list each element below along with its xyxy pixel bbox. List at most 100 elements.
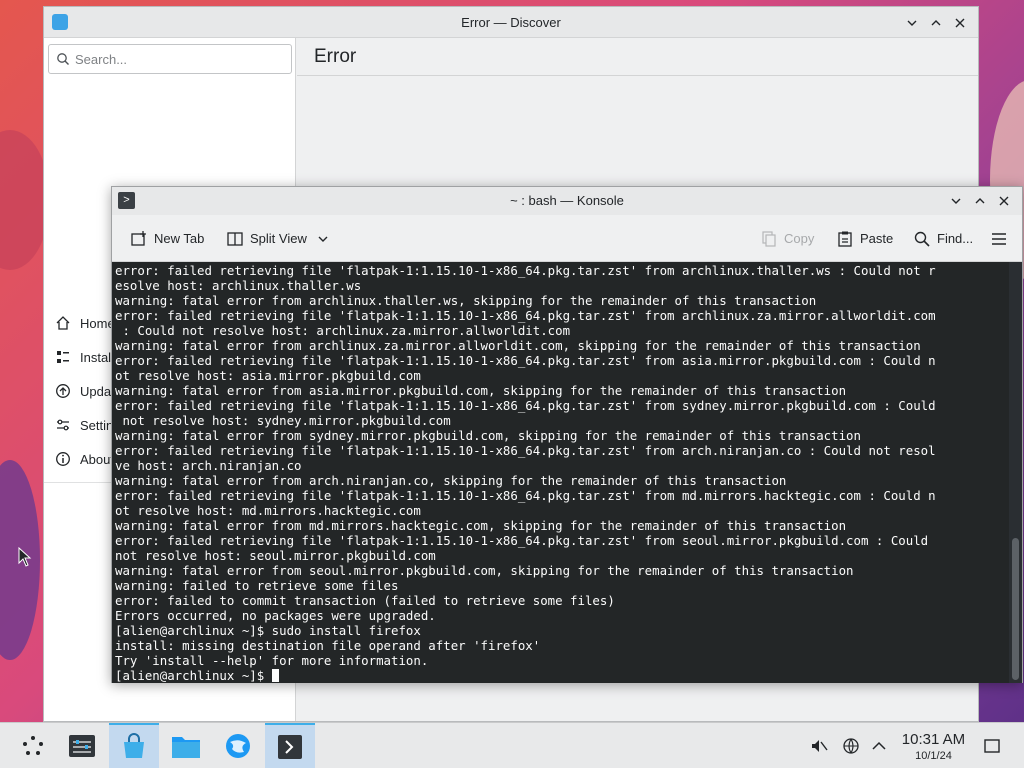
new-tab-label: New Tab [154, 231, 205, 246]
task-browser[interactable] [213, 723, 263, 768]
chevron-down-icon [907, 20, 917, 26]
terminal-line: warning: failed to retrieve some files [115, 578, 399, 593]
task-discover[interactable] [109, 723, 159, 768]
close-button[interactable] [948, 11, 972, 35]
terminal-line: error: failed retrieving file 'flatpak-1… [115, 308, 936, 323]
scrollbar-thumb[interactable] [1012, 538, 1019, 680]
network-icon[interactable] [842, 737, 860, 755]
about-icon [54, 450, 72, 468]
terminal-cursor [271, 669, 279, 682]
volume-muted-icon[interactable] [810, 737, 828, 755]
copy-button[interactable]: Copy [756, 225, 818, 252]
split-view-label: Split View [250, 231, 307, 246]
terminal-line: warning: fatal error from asia.mirror.pk… [115, 383, 847, 398]
terminal-line: ve host: arch.niranjan.co [115, 458, 302, 473]
chevron-down-icon [317, 233, 329, 245]
search-icon [57, 53, 69, 65]
chevron-up-icon [931, 19, 941, 25]
terminal-output[interactable]: error: failed retrieving file 'flatpak-1… [112, 262, 1010, 683]
terminal-line: install: missing destination file operan… [115, 638, 541, 653]
split-view-button[interactable]: Split View [222, 225, 333, 252]
sidebar-item-label: Home [80, 315, 115, 331]
terminal-line: [alien@archlinux ~]$ sudo install firefo… [115, 623, 421, 638]
launcher-icon [23, 736, 43, 755]
terminal-line: warning: fatal error from arch.niranjan.… [115, 473, 787, 488]
clock-time[interactable]: 10:31 AM [896, 731, 971, 748]
discover-icon [124, 733, 144, 758]
terminal-line: error: failed to commit transaction (fai… [115, 593, 615, 608]
mouse-pointer-icon [18, 547, 32, 567]
main-header: Error [297, 38, 978, 76]
task-system-settings[interactable] [57, 723, 107, 768]
discover-titlebar[interactable]: Error — Discover [44, 7, 978, 38]
search-input[interactable] [75, 45, 289, 73]
new-tab-button[interactable]: New Tab [126, 225, 208, 252]
application-launcher[interactable] [8, 723, 58, 768]
terminal-icon [278, 735, 302, 759]
maximize-button[interactable] [924, 11, 948, 35]
terminal-line: ot resolve host: asia.mirror.pkgbuild.co… [115, 368, 421, 383]
terminal-line: warning: fatal error from archlinux.za.m… [115, 338, 921, 353]
terminal-line: Errors occurred, no packages were upgrad… [115, 608, 436, 623]
terminal-line: error: failed retrieving file 'flatpak-1… [115, 488, 936, 503]
search-icon [913, 230, 931, 248]
folder-icon [172, 737, 200, 758]
terminal-line: error: failed retrieving file 'flatpak-1… [115, 353, 936, 368]
task-dolphin[interactable] [161, 723, 211, 768]
chevron-up-icon [975, 198, 985, 204]
terminal-line: not resolve host: sydney.mirror.pkgbuild… [115, 413, 451, 428]
terminal-prompt: [alien@archlinux ~]$ [115, 668, 272, 683]
terminal-line: error: failed retrieving file 'flatpak-1… [115, 443, 936, 458]
paste-button[interactable]: Paste [832, 225, 897, 252]
minimize-button[interactable] [944, 189, 968, 213]
search-field[interactable] [48, 44, 292, 74]
home-icon [54, 314, 72, 332]
konsole-window[interactable]: > ~ : bash — Konsole New Tab Split View … [111, 186, 1023, 683]
terminal-line: ot resolve host: md.mirrors.hacktegic.co… [115, 503, 421, 518]
copy-label: Copy [784, 231, 815, 246]
terminal-scrollbar[interactable] [1009, 262, 1022, 683]
konsole-titlebar[interactable]: > ~ : bash — Konsole [112, 187, 1022, 215]
find-label: Find... [937, 231, 974, 246]
terminal-line: : Could not resolve host: archlinux.za.m… [115, 323, 571, 338]
browser-icon [226, 734, 250, 758]
tray-expand-icon[interactable] [870, 737, 888, 755]
show-desktop-icon[interactable] [983, 737, 1001, 755]
konsole-toolbar: New Tab Split View Copy Paste Find... [112, 215, 1022, 262]
terminal-line: error: failed retrieving file 'flatpak-1… [115, 263, 936, 278]
page-title: Error [314, 46, 357, 67]
close-button[interactable] [992, 189, 1016, 213]
paste-label: Paste [860, 231, 894, 246]
terminal-line: warning: fatal error from sydney.mirror.… [115, 428, 861, 443]
terminal-line: error: failed retrieving file 'flatpak-1… [115, 398, 936, 413]
minimize-button[interactable] [900, 11, 924, 35]
discover-window-title: Error — Discover [461, 15, 561, 30]
terminal-prompt-line[interactable]: [alien@archlinux ~]$ [115, 668, 1007, 683]
terminal-line: Try 'install --help' for more informatio… [115, 653, 429, 668]
paste-icon [836, 230, 854, 248]
chevron-down-icon [951, 198, 961, 204]
taskbar: 10:31 AM 10/1/24 [0, 722, 1024, 768]
new-tab-icon [130, 230, 148, 248]
terminal-line: not resolve host: seoul.mirror.pkgbuild.… [115, 548, 436, 563]
find-button[interactable]: Find... [909, 225, 977, 252]
hamburger-menu-icon [990, 230, 1008, 248]
installed-icon [54, 348, 72, 366]
konsole-window-title: ~ : bash — Konsole [510, 193, 624, 208]
terminal-line: warning: fatal error from md.mirrors.hac… [115, 518, 847, 533]
terminal-line: esolve host: archlinux.thaller.ws [115, 278, 362, 293]
updates-icon [54, 382, 72, 400]
terminal-line: warning: fatal error from seoul.mirror.p… [115, 563, 854, 578]
terminal-line: error: failed retrieving file 'flatpak-1… [115, 533, 929, 548]
close-icon [955, 18, 965, 27]
task-konsole[interactable] [265, 723, 315, 768]
sidebar-item-label: About [80, 451, 114, 467]
copy-icon [760, 230, 778, 248]
settings-app-icon [69, 735, 95, 757]
maximize-button[interactable] [968, 189, 992, 213]
hamburger-menu-button[interactable] [986, 225, 1018, 252]
close-icon [999, 196, 1009, 206]
terminal-line: warning: fatal error from archlinux.thal… [115, 293, 817, 308]
clock-date[interactable]: 10/1/24 [896, 750, 971, 762]
split-view-icon [226, 230, 244, 248]
